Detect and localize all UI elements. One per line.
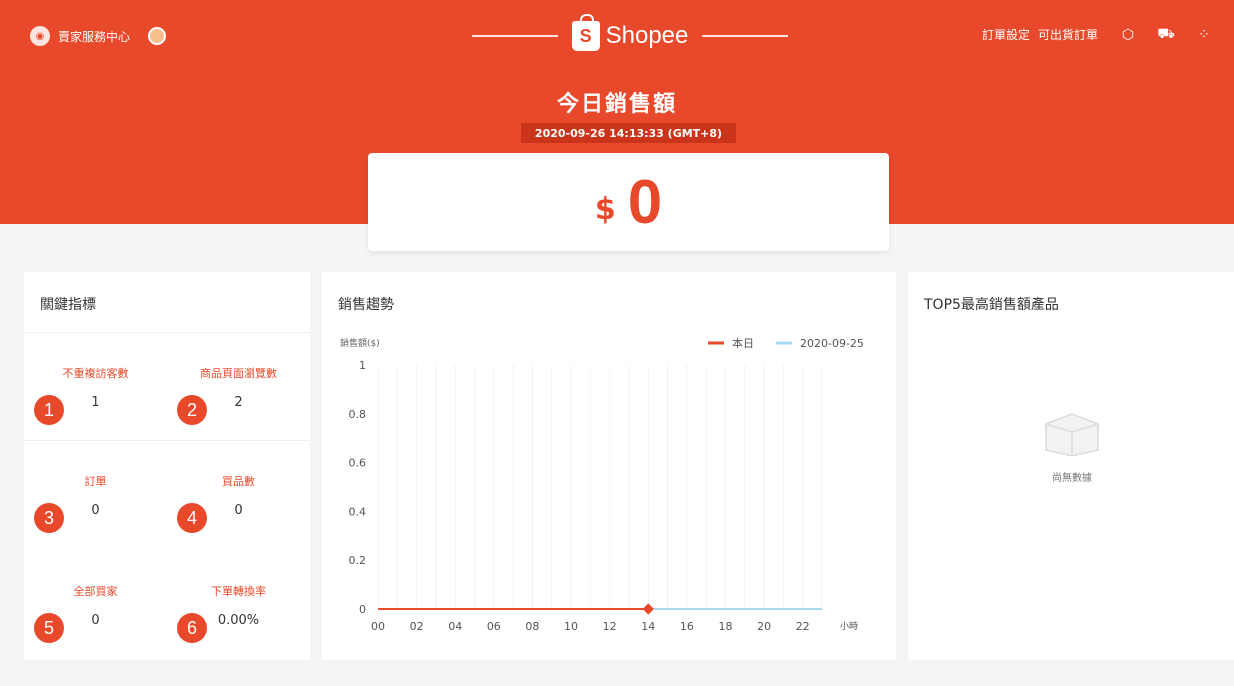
y-tick-label: 0 <box>359 603 366 616</box>
y-tick-label: 0.4 <box>349 505 367 518</box>
empty-box-icon <box>1045 413 1099 456</box>
sales-trend-chart: 銷售額($) 0 0.2 0.4 0.6 0.8 1 00 02 04 06 08 10 12 14 16 18… <box>340 336 864 633</box>
metric-label: 下單轉換率 <box>211 585 266 598</box>
sales-trend-panel: 銷售趨勢 銷售額($) 0 0.2 0.4 0.6 0.8 1 00 02 04 06 08 10 12 1… <box>322 272 896 660</box>
today-sales-card: $ 0 <box>368 153 889 251</box>
x-tick-label: 08 <box>525 620 539 633</box>
seller-center-link[interactable]: ◉ 賣家服務中心 <box>30 26 167 46</box>
metric-unique-visitors[interactable]: 不重複訪客數 1 1 <box>24 365 167 465</box>
x-tick-label: 06 <box>487 620 501 633</box>
sales-currency: $ <box>594 191 616 227</box>
shippable-orders-link[interactable]: 可出貨訂單 <box>1038 26 1098 43</box>
current-point-marker <box>642 603 654 615</box>
metric-label: 不重複訪客數 <box>62 367 129 380</box>
shopee-bag-icon: S <box>571 14 600 51</box>
top5-products-panel: TOP5最高銷售額產品 尚無數據 <box>908 272 1234 660</box>
settings-icon[interactable]: ⬡ <box>1120 27 1136 43</box>
metric-badge: 3 <box>34 503 64 533</box>
divider <box>24 332 310 333</box>
y-tick-label: 0.2 <box>349 554 367 567</box>
page-title: 今日銷售額 <box>556 92 677 117</box>
x-tick-label: 02 <box>410 620 424 633</box>
sales-value: 0 <box>627 167 663 237</box>
metric-label: 買品數 <box>222 475 255 488</box>
x-tick-label: 10 <box>564 620 578 633</box>
metric-badge: 1 <box>34 395 64 425</box>
x-tick-label: 18 <box>718 620 732 633</box>
metric-badge: 4 <box>177 503 207 533</box>
metric-badge: 2 <box>177 395 207 425</box>
x-tick-label: 04 <box>448 620 462 633</box>
order-settings-link[interactable]: 訂單設定 <box>982 26 1030 43</box>
metric-conversion-rate[interactable]: 下單轉換率 0.00% 6 <box>167 583 310 683</box>
cart-icon[interactable]: ⛟ <box>1157 26 1175 43</box>
avatar[interactable] <box>148 27 167 45</box>
shopee-logo: S Shopee <box>571 14 689 51</box>
metric-orders[interactable]: 訂單 0 3 <box>24 473 167 573</box>
metric-badge: 6 <box>177 613 207 643</box>
brand: S Shopee <box>470 14 790 58</box>
metric-all-buyers[interactable]: 全部買家 0 5 <box>24 583 167 683</box>
x-tick-label: 20 <box>757 620 771 633</box>
legend-label: 本日 <box>732 336 754 350</box>
metric-items-sold[interactable]: 買品數 0 4 <box>167 473 310 573</box>
metric-page-views[interactable]: 商品頁面瀏覽數 2 2 <box>167 365 310 465</box>
y-axis-label: 銷售額($) <box>340 337 380 349</box>
metric-label: 訂單 <box>84 475 107 488</box>
key-metrics-title: 關鍵指標 <box>40 297 96 313</box>
y-tick-label: 0.8 <box>349 408 367 421</box>
top5-title: TOP5最高銷售額產品 <box>924 297 1059 313</box>
x-tick-label: 12 <box>603 620 617 633</box>
x-axis-unit: 小時 <box>840 621 858 632</box>
metric-label: 商品頁面瀏覽數 <box>200 367 277 380</box>
metric-badge: 5 <box>34 613 64 643</box>
brand-name: Shopee <box>605 22 689 49</box>
header-actions: 訂單設定 可出貨訂單 ⬡ ⛟ ⁘ <box>982 26 1212 43</box>
x-tick-label: 22 <box>796 620 810 633</box>
y-tick-label: 0.6 <box>349 457 367 470</box>
x-tick-label: 14 <box>641 620 655 633</box>
seller-center-label: 賣家服務中心 <box>58 29 131 44</box>
legend-label: 2020-09-25 <box>800 337 864 350</box>
metric-label: 全部買家 <box>73 585 118 598</box>
grid-icon[interactable]: ⁘ <box>1196 27 1212 43</box>
x-tick-label: 00 <box>371 620 385 633</box>
brand-left-line <box>471 35 558 37</box>
brand-right-line <box>702 35 789 37</box>
timestamp: 2020-09-26 14:13:33 (GMT+8) <box>521 123 736 143</box>
x-tick-label: 16 <box>680 620 694 633</box>
y-tick-label: 1 <box>359 359 366 372</box>
seller-center-icon: ◉ <box>30 26 50 46</box>
empty-state-text: 尚無數據 <box>1052 473 1092 484</box>
key-metrics-panel: 關鍵指標 不重複訪客數 1 1 商品頁面瀏覽數 2 2 訂單 0 3 買品數 0… <box>24 272 310 660</box>
